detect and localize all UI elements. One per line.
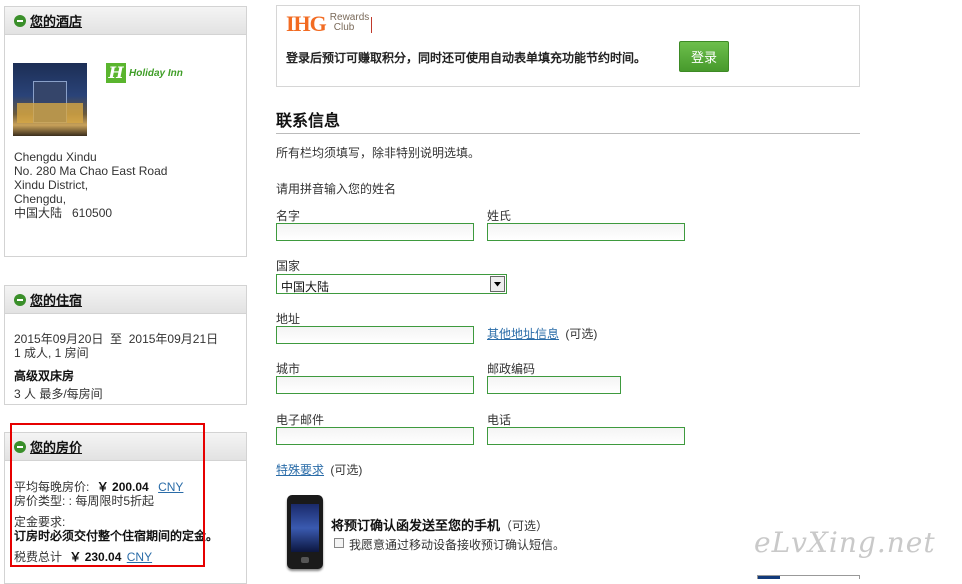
first-name-field[interactable] [276, 223, 474, 241]
rewards-box: IHG Rewards Club 登录后预订可赚取积分，同时还可使用自动表单填充… [276, 5, 860, 87]
country-label: 国家 [276, 259, 301, 273]
address-line: 中国大陆 610500 [14, 206, 113, 220]
mobile-optional: （可选） [500, 519, 549, 533]
mobile-heading-text: 将预订确认函发送至您的手机 [331, 518, 501, 533]
address-line: Xindu District, [14, 178, 89, 192]
city-label: 城市 [276, 362, 301, 376]
contact-heading: 联系信息 [276, 113, 341, 130]
holiday-inn-logo: H Holiday Inn [106, 63, 183, 83]
stay-panel-header[interactable]: 您的住宿 [5, 286, 246, 314]
first-name-label: 名字 [276, 209, 301, 223]
phone-label: 电话 [487, 413, 512, 427]
room-occupancy: 3 人 最多/每房间 [14, 387, 103, 401]
rewards-message: 登录后预订可赚取积分，同时还可使用自动表单填充功能节约时间。 [286, 51, 647, 65]
stay-panel: 您的住宿 2015年09月20日 至 2015年09月21日 1 成人, 1 房… [4, 285, 247, 405]
address-line: No. 280 Ma Chao East Road [14, 164, 168, 178]
room-type: 高级双床房 [14, 369, 75, 383]
hotel-address: Chengdu Xindu No. 280 Ma Chao East Road … [14, 150, 167, 220]
watermark: eLvXing.net [754, 526, 936, 559]
address-line: Chengdu Xindu [14, 150, 97, 164]
email-label: 电子邮件 [276, 413, 325, 427]
hotel-panel: 您的酒店 H Holiday Inn Chengdu Xindu No. 280… [4, 6, 247, 257]
address-label: 地址 [276, 312, 301, 326]
phone-field[interactable] [487, 427, 685, 445]
ihg-logo-text: IHG [286, 11, 327, 36]
postal-label: 邮政编码 [487, 362, 536, 376]
chevron-down-icon[interactable] [490, 276, 505, 292]
ihg-rewards-logo: IHG Rewards Club [286, 11, 373, 36]
stay-guests: 1 成人, 1 房间 [14, 346, 89, 360]
sms-checkbox[interactable] [334, 538, 344, 548]
login-button[interactable]: 登录 [679, 41, 729, 72]
phone-image [287, 495, 323, 569]
address-field[interactable] [276, 326, 474, 344]
stay-dates: 2015年09月20日 至 2015年09月21日 [14, 332, 219, 346]
postal-field[interactable] [487, 376, 621, 394]
other-address: 其他地址信息 (可选) [487, 325, 597, 342]
country-select[interactable]: 中国大陆 [276, 274, 507, 294]
special-request: 特殊要求 (可选) [276, 461, 362, 478]
city-field[interactable] [276, 376, 474, 394]
collapse-icon[interactable] [14, 293, 26, 306]
collapse-icon[interactable] [14, 14, 26, 27]
special-request-link[interactable]: 特殊要求 [276, 463, 324, 477]
hotel-photo [13, 63, 87, 136]
other-address-link[interactable]: 其他地址信息 [487, 327, 559, 341]
country-select-value: 中国大陆 [281, 280, 330, 294]
pinyin-hint: 请用拼音输入您的姓名 [276, 182, 397, 196]
sms-checkbox-label: 我愿意通过移动设备接收预订确认短信。 [349, 538, 566, 552]
ihg-logo-sub2: Club [333, 22, 355, 33]
mobile-heading: 将预订确认函发送至您的手机（可选） [331, 515, 548, 534]
hotel-panel-title[interactable]: 您的酒店 [30, 11, 82, 30]
optional-label: (可选) [330, 463, 363, 477]
required-note: 所有栏均须填写，除非特别说明选填。 [276, 146, 481, 160]
contact-divider [276, 133, 860, 134]
last-name-label: 姓氏 [487, 209, 512, 223]
holiday-inn-logo-text: Holiday Inn [129, 67, 183, 79]
email-field[interactable] [276, 427, 474, 445]
hotel-panel-header[interactable]: 您的酒店 [5, 7, 246, 35]
highlight-box [10, 423, 205, 567]
optional-label: (可选) [565, 327, 598, 341]
last-name-field[interactable] [487, 223, 685, 241]
address-line: Chengdu, [14, 192, 67, 206]
stay-panel-title[interactable]: 您的住宿 [30, 290, 82, 309]
partial-footer-element [757, 575, 860, 579]
